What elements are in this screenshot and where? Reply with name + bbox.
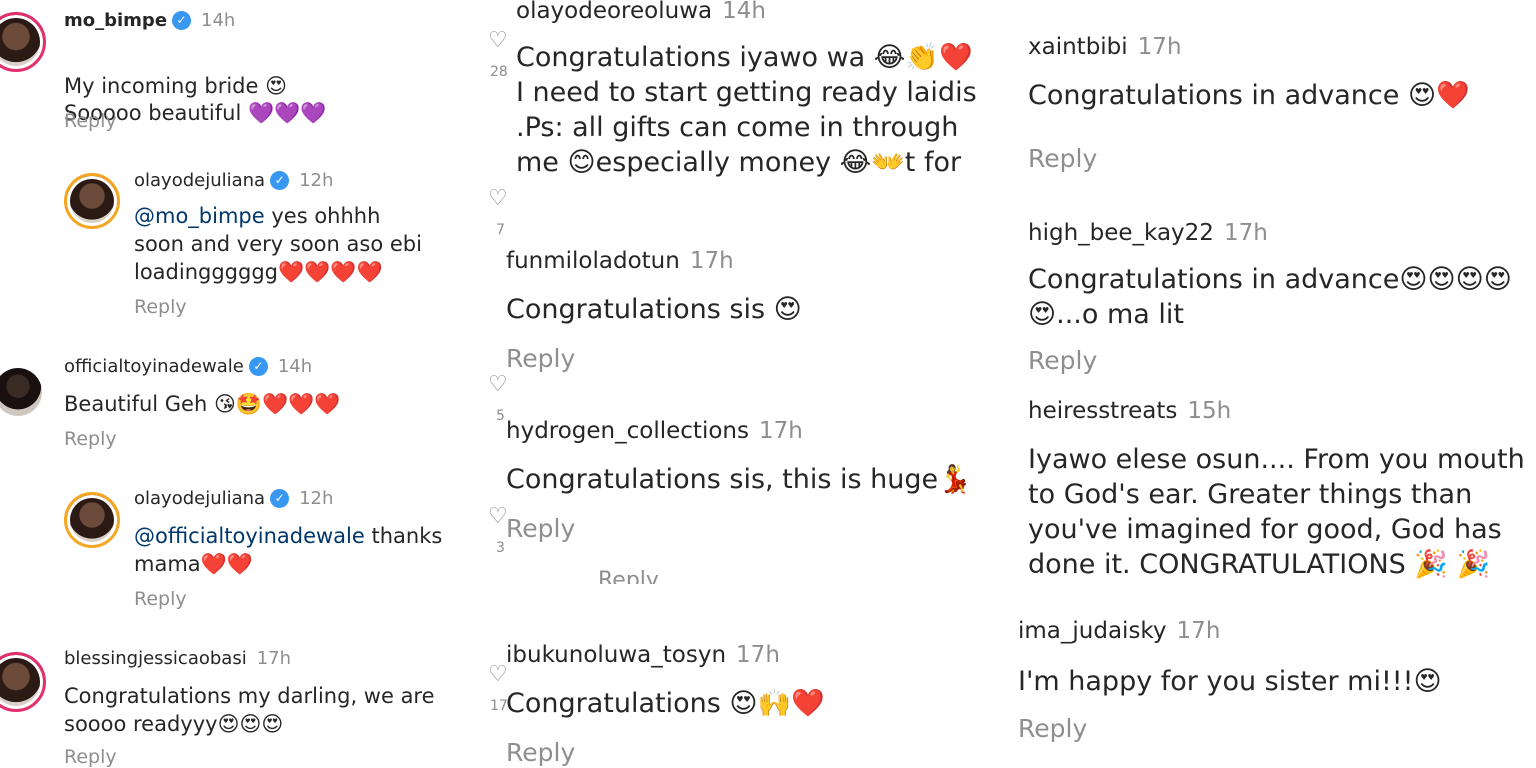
comment-username[interactable]: high_bee_kay22 17h — [1028, 220, 1268, 246]
reply-text: @officialtoyinadewale thanks mama❤️❤️ — [134, 522, 464, 578]
comment-time: 17h — [758, 418, 803, 444]
comment-username[interactable]: olayodeoreoluwa 14h — [516, 0, 766, 24]
mention-link[interactable]: @officialtoyinadewale — [134, 524, 365, 548]
comment-text: Congratulations 😍🙌❤️ — [506, 688, 825, 719]
verified-check-icon: ✓ — [270, 171, 290, 190]
comment-text: Congratulations in advance😍😍😍😍 😍...o ma … — [1028, 264, 1512, 330]
reply-button[interactable]: Reply — [506, 738, 575, 767]
comment-time: 14h — [277, 356, 313, 377]
comment-time: 17h — [736, 642, 780, 668]
comment-text: Congratulations sis, this is huge💃 — [506, 464, 972, 495]
comment-username[interactable]: ibukunoluwa_tosyn 17h — [506, 642, 780, 668]
comment-time: 17h — [256, 648, 292, 669]
like-count: 28 — [490, 64, 508, 80]
comment-time: 14h — [722, 0, 766, 24]
reply-text: @mo_bimpe yes ohhhh soon and very soon a… — [134, 202, 464, 286]
reply-button[interactable]: Reply — [64, 746, 117, 768]
avatar[interactable] — [64, 173, 120, 229]
avatar[interactable] — [0, 12, 46, 72]
like-count: 7 — [496, 222, 505, 238]
comment-text: Congratulations my darling, we are soooo… — [64, 684, 435, 736]
reply-button[interactable]: Reply — [64, 110, 117, 132]
comment-text: I'm happy for you sister mi!!!😍 — [1018, 666, 1442, 697]
reply-button[interactable]: Reply — [506, 514, 575, 543]
comment-username[interactable]: blessingjessicaobasi 17h — [64, 648, 291, 669]
like-count: 5 — [496, 408, 505, 424]
like-heart-icon[interactable]: ♡ — [488, 28, 508, 53]
comment-username[interactable]: heiresstreats 15h — [1028, 398, 1231, 424]
reply-button[interactable]: Reply — [506, 344, 575, 373]
like-heart-icon[interactable]: ♡ — [488, 504, 508, 529]
comment-text: Iyawo elese osun.... From you mouth to G… — [1028, 444, 1525, 580]
middle-comment-panel: olayodeoreoluwa 14h ♡ 28 Congratulations … — [470, 0, 1010, 768]
verified-check-icon: ✓ — [172, 11, 192, 30]
comment-time: 12h — [299, 488, 334, 509]
comment-text: Congratulations iyawo wa 😂👏❤️ I need to … — [516, 42, 977, 178]
reply-button-partial[interactable]: Reply — [598, 568, 659, 584]
comment-username[interactable]: olayodejuliana ✓ 12h — [134, 488, 333, 509]
comment-text: Congratulations in advance 😍❤️ — [1028, 80, 1470, 111]
like-heart-icon[interactable]: ♡ — [488, 372, 508, 397]
comment-text: Beautiful Geh 😘🤩❤️❤️❤️ — [64, 392, 341, 416]
avatar[interactable] — [0, 652, 46, 712]
comment-username[interactable]: xaintbibi 17h — [1028, 34, 1182, 60]
avatar[interactable] — [64, 492, 120, 548]
comment-username[interactable]: olayodejuliana ✓ 12h — [134, 170, 333, 191]
reply-button[interactable]: Reply — [1028, 346, 1097, 375]
verified-check-icon: ✓ — [248, 357, 268, 376]
comment-username[interactable]: funmiloladotun 17h — [506, 248, 734, 274]
reply-button[interactable]: Reply — [134, 296, 187, 318]
avatar[interactable] — [0, 368, 42, 416]
reply-button[interactable]: Reply — [1018, 714, 1087, 743]
comment-time: 17h — [689, 248, 734, 274]
mention-link[interactable]: @mo_bimpe — [134, 204, 265, 228]
reply-button[interactable]: Reply — [64, 428, 117, 450]
like-count: 3 — [496, 540, 505, 556]
reply-button[interactable]: Reply — [1028, 144, 1097, 173]
comment-time: 17h — [1176, 618, 1221, 644]
comment-username[interactable]: ima_judaisky 17h — [1018, 618, 1220, 644]
left-comment-panel: mo_bimpe ✓ 14h My incoming bride 😍 Sooooo … — [0, 0, 470, 768]
comment-username[interactable]: mo_bimpe ✓ 14h — [64, 10, 235, 31]
comment-time: 14h — [201, 10, 236, 31]
comment-username[interactable]: officialtoyinadewale ✓ 14h — [64, 356, 312, 377]
comment-time: 17h — [1137, 34, 1182, 60]
comment-username[interactable]: hydrogen_collections 17h — [506, 418, 803, 444]
comment-text: Congratulations sis 😍 — [506, 294, 802, 325]
verified-check-icon: ✓ — [270, 489, 290, 508]
right-comment-panel: xaintbibi 17h Congratulations in advance … — [1010, 0, 1536, 768]
like-heart-icon[interactable]: ♡ — [488, 186, 508, 211]
like-heart-icon[interactable]: ♡ — [488, 662, 508, 687]
comment-time: 17h — [1223, 220, 1268, 246]
comment-time: 12h — [299, 170, 334, 191]
reply-button[interactable]: Reply — [134, 588, 187, 610]
comment-time: 15h — [1187, 398, 1232, 424]
